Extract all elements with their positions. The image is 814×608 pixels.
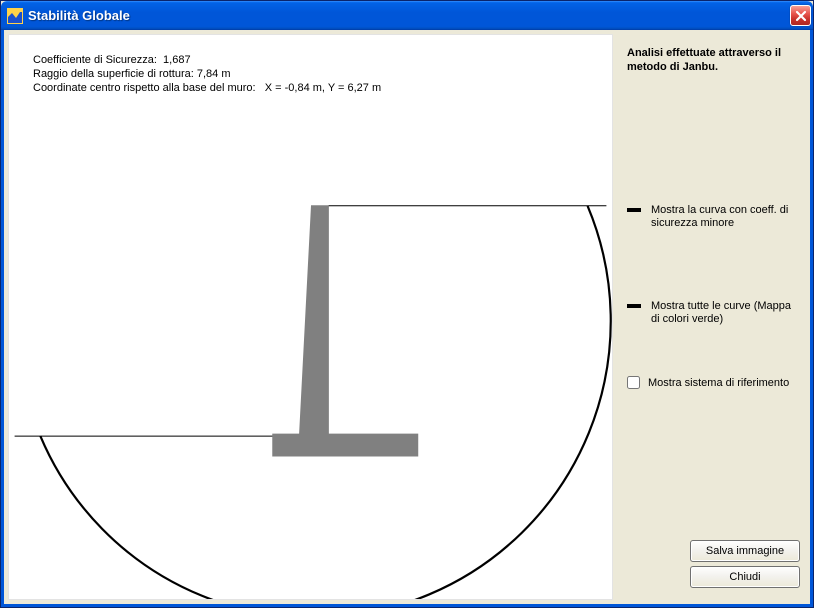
legend-item-all-curves[interactable]: Mostra tutte le curve (Mappa di colori v… [627,300,800,326]
stability-diagram [9,35,612,599]
titlebar: Stabilità Globale [1,1,813,30]
close-icon [795,10,807,22]
app-icon [7,8,23,24]
retaining-wall [273,206,418,456]
legend-item-min-curve[interactable]: Mostra la curva con coeff. di sicurezza … [627,204,800,230]
legend-label-2: Mostra tutte le curve (Mappa di colori v… [651,300,800,326]
window-title: Stabilità Globale [28,8,790,23]
legend-swatch-icon [627,208,641,212]
legend-group-1: Mostra la curva con coeff. di sicurezza … [627,204,800,240]
reference-system-label: Mostra sistema di riferimento [648,377,789,389]
reference-system-checkbox-row[interactable]: Mostra sistema di riferimento [627,376,800,389]
legend-label-1: Mostra la curva con coeff. di sicurezza … [651,204,800,230]
reference-system-checkbox[interactable] [627,376,640,389]
legend-swatch-icon [627,304,641,308]
diagram-canvas: Coefficiente di Sicurezza: 1,687 Raggio … [8,34,613,600]
save-image-button[interactable]: Salva immagine [690,540,800,562]
legend-group-2: Mostra tutte le curve (Mappa di colori v… [627,300,800,336]
close-button[interactable] [790,5,811,26]
analysis-title: Analisi effettuate attraverso il metodo … [627,46,800,74]
sidebar: Analisi effettuate attraverso il metodo … [613,30,810,604]
close-dialog-button[interactable]: Chiudi [690,566,800,588]
